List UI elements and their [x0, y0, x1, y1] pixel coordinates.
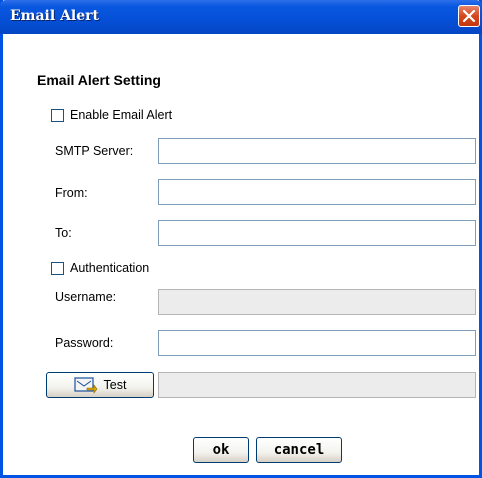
from-field[interactable] — [158, 179, 476, 205]
from-label: From: — [55, 186, 88, 200]
enable-email-alert-checkbox[interactable] — [51, 109, 64, 122]
title-bar[interactable]: Email Alert — [0, 0, 482, 34]
email-test-icon — [73, 377, 97, 394]
password-field[interactable] — [158, 330, 476, 356]
to-field[interactable] — [158, 220, 476, 246]
authentication-checkbox[interactable] — [51, 262, 64, 275]
username-label: Username: — [55, 290, 117, 304]
section-heading: Email Alert Setting — [37, 72, 161, 88]
window-title: Email Alert — [10, 8, 99, 24]
email-alert-dialog: Email Alert Email Alert Setting Enable E… — [0, 0, 482, 478]
close-button[interactable] — [458, 5, 480, 27]
test-result-field — [158, 372, 476, 398]
enable-email-alert-label: Enable Email Alert — [70, 108, 173, 122]
ok-button[interactable]: ok — [193, 437, 249, 463]
authentication-label: Authentication — [70, 261, 150, 275]
dialog-content: Email Alert Setting Enable Email Alert S… — [3, 34, 479, 475]
username-field[interactable] — [158, 289, 476, 315]
password-label: Password: — [55, 336, 114, 350]
close-icon — [462, 9, 476, 23]
to-label: To: — [55, 226, 72, 240]
cancel-button[interactable]: cancel — [256, 437, 342, 463]
smtp-server-field[interactable] — [158, 138, 476, 164]
test-button[interactable]: Test — [46, 372, 154, 398]
smtp-server-label: SMTP Server: — [55, 144, 134, 158]
test-button-label: Test — [103, 378, 127, 392]
